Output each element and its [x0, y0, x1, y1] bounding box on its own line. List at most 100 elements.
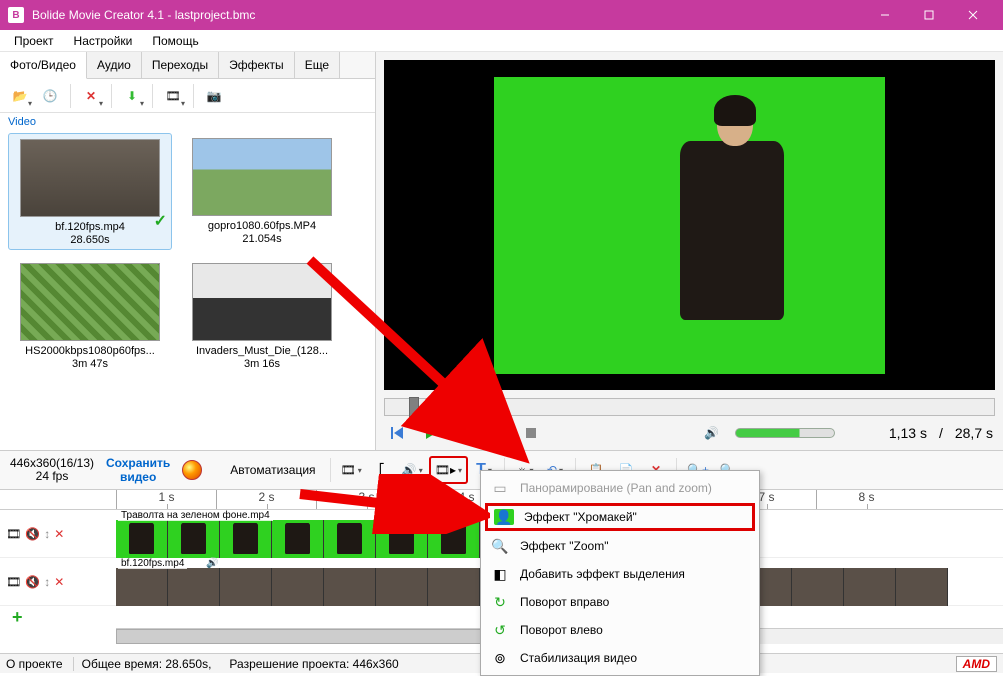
- dropdown-label: Эффект "Zoom": [520, 539, 608, 553]
- preview-panel: 🔊 1,13 s / 28,7 s: [376, 52, 1003, 450]
- film-play-icon: 🎞▸: [435, 463, 456, 477]
- save-video-button[interactable]: Сохранить видео: [100, 456, 176, 484]
- media-item[interactable]: gopro1080.60fps.MP4 21.054s: [180, 133, 344, 250]
- stop-button[interactable]: [520, 422, 542, 444]
- film-icon: 🎞: [6, 575, 21, 589]
- ruler-tick: 8 s: [816, 490, 916, 509]
- dropdown-item-highlight[interactable]: ◧ Добавить эффект выделения: [484, 560, 756, 588]
- separator: [70, 84, 71, 108]
- recent-button[interactable]: 🕒: [36, 82, 64, 110]
- lock-icon[interactable]: ↕: [44, 527, 50, 541]
- delete-media-button[interactable]: ✕▾: [77, 82, 105, 110]
- person-figure: [650, 100, 799, 355]
- pan-icon: ▭: [490, 479, 510, 497]
- play-button[interactable]: [420, 422, 442, 444]
- separator: [193, 84, 194, 108]
- ruler-tick: 1 s: [116, 490, 216, 509]
- window-title: Bolide Movie Creator 4.1 - lastproject.b…: [32, 8, 863, 22]
- menu-settings[interactable]: Настройки: [64, 32, 143, 50]
- next-frame-button[interactable]: [454, 422, 476, 444]
- dropdown-item-zoom[interactable]: 🔍 Эффект "Zoom": [484, 532, 756, 560]
- dropdown-item-chromakey[interactable]: 👤 Эффект "Хромакей": [485, 503, 755, 531]
- webcam-button[interactable]: 📷: [200, 82, 228, 110]
- seek-thumb[interactable]: [409, 397, 419, 417]
- preview-seek-slider[interactable]: [384, 398, 995, 416]
- media-name: Invaders_Must_Die_(128...: [183, 345, 341, 358]
- mute-icon[interactable]: 🔇: [25, 575, 40, 589]
- close-button[interactable]: [951, 0, 995, 30]
- media-duration: 21.054s: [183, 233, 341, 245]
- media-grid: bf.120fps.mp4 28.650s ✓ gopro1080.60fps.…: [0, 129, 375, 450]
- separator: [330, 458, 331, 482]
- media-name: HS2000kbps1080p60fps...: [11, 345, 169, 358]
- ruler-tick: 3 s: [316, 490, 416, 509]
- time-total: 28,7 s: [955, 425, 993, 441]
- maximize-button[interactable]: [907, 0, 951, 30]
- minimize-button[interactable]: [863, 0, 907, 30]
- ruler-tick: 2 s: [216, 490, 316, 509]
- media-duration: 3m 16s: [183, 358, 341, 370]
- status-resolution: Разрешение проекта: 446x360: [229, 657, 398, 671]
- tab-photo-video[interactable]: Фото/Видео: [0, 52, 87, 79]
- lock-icon[interactable]: ↕: [44, 575, 50, 589]
- delete-track-icon[interactable]: ✕: [54, 575, 64, 589]
- highlight-icon: ◧: [490, 565, 510, 583]
- rotate-right-icon: ↻: [490, 593, 510, 611]
- separator: [111, 84, 112, 108]
- media-toolbar: 📂▾ 🕒 ✕▾ ⬇▾ 🎞▾ 📷: [0, 79, 375, 113]
- media-name: bf.120fps.mp4: [12, 221, 168, 234]
- media-duration: 28.650s: [12, 234, 168, 246]
- status-about[interactable]: О проекте: [6, 657, 63, 671]
- effects-dropdown-button[interactable]: 🎞▸▾: [429, 456, 468, 484]
- trim-button[interactable]: 🎞▾: [337, 456, 366, 484]
- time-sep: /: [939, 425, 943, 441]
- menu-project[interactable]: Проект: [4, 32, 64, 50]
- checkmark-icon: ✓: [154, 211, 167, 231]
- dropdown-label: Поворот вправо: [520, 595, 609, 609]
- clip-label: Траволта на зеленом фоне.mp4: [118, 510, 273, 521]
- dropdown-item-stabilize[interactable]: ⊚ Стабилизация видео: [484, 644, 756, 672]
- crop-button[interactable]: ⎡: [368, 456, 396, 484]
- effects-dropdown: ▭ Панорамирование (Pan and zoom) 👤 Эффек…: [480, 470, 760, 676]
- menu-help[interactable]: Помощь: [142, 32, 208, 50]
- media-item[interactable]: bf.120fps.mp4 28.650s ✓: [8, 133, 172, 250]
- delete-track-icon[interactable]: ✕: [54, 527, 64, 541]
- folder-icon: 📂: [13, 89, 28, 103]
- record-button[interactable]: [178, 456, 206, 484]
- dropdown-label: Стабилизация видео: [520, 651, 637, 665]
- status-total-time: Общее время: 28.650s,: [73, 657, 220, 671]
- clip-options-button[interactable]: 🎞▾: [159, 82, 187, 110]
- open-file-button[interactable]: 📂▾: [6, 82, 34, 110]
- media-panel: Фото/Видео Аудио Переходы Эффекты Еще 📂▾…: [0, 52, 376, 450]
- crop-icon: ⎡: [379, 463, 385, 477]
- tab-more[interactable]: Еще: [295, 52, 340, 78]
- dropdown-label: Поворот влево: [520, 623, 603, 637]
- dropdown-label: Эффект "Хромакей": [524, 510, 637, 524]
- tab-audio[interactable]: Аудио: [87, 52, 142, 78]
- media-item[interactable]: HS2000kbps1080p60fps... 3m 47s: [8, 258, 172, 373]
- tab-transitions[interactable]: Переходы: [142, 52, 219, 78]
- media-name: gopro1080.60fps.MP4: [183, 220, 341, 233]
- add-to-timeline-button[interactable]: ⬇▾: [118, 82, 146, 110]
- volume-icon[interactable]: 🔊: [701, 422, 723, 444]
- film-strip-icon: 🎞: [341, 463, 356, 477]
- dropdown-item-rotate-right[interactable]: ↻ Поворот вправо: [484, 588, 756, 616]
- automation-button[interactable]: Автоматизация: [222, 463, 323, 477]
- media-section-label: Video: [0, 113, 375, 129]
- titlebar: B Bolide Movie Creator 4.1 - lastproject…: [0, 0, 1003, 30]
- volume-slider[interactable]: [735, 428, 835, 438]
- greenscreen-frame: [494, 77, 885, 374]
- media-thumbnail: [192, 138, 332, 216]
- amd-badge: AMD: [956, 656, 997, 672]
- chroma-icon: 👤: [494, 509, 514, 525]
- mute-icon[interactable]: 🔇: [25, 527, 40, 541]
- tab-effects[interactable]: Эффекты: [219, 52, 295, 78]
- dropdown-item-rotate-left[interactable]: ↺ Поворот влево: [484, 616, 756, 644]
- clip-label: bf.120fps.mp4: [118, 558, 187, 569]
- preview-controls: 🔊 1,13 s / 28,7 s: [376, 416, 1003, 450]
- media-item[interactable]: Invaders_Must_Die_(128... 3m 16s: [180, 258, 344, 373]
- audio-button[interactable]: 🔊▾: [398, 456, 427, 484]
- media-tabs: Фото/Видео Аудио Переходы Эффекты Еще: [0, 52, 375, 79]
- prev-frame-button[interactable]: [386, 422, 408, 444]
- media-thumbnail: [192, 263, 332, 341]
